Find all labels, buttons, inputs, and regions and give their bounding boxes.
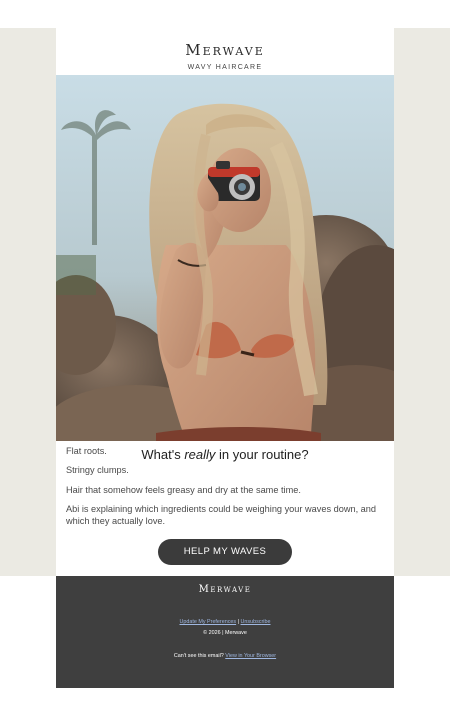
email-header: Merwave WAVY HAIRCARE [56, 28, 394, 75]
email-footer: Merwave Update My Preferences | Unsubscr… [56, 576, 394, 688]
brand-tagline: WAVY HAIRCARE [187, 64, 263, 71]
update-preferences-link[interactable]: Update My Preferences [179, 619, 236, 625]
view-in-browser-line: Can't see this email? View in Your Brows… [56, 653, 394, 659]
hero-image[interactable] [56, 75, 394, 441]
hero-photo [56, 75, 394, 441]
paragraph-1: Flat roots. [66, 446, 107, 456]
email-container: Merwave WAVY HAIRCARE What's really in y… [56, 28, 394, 688]
help-my-waves-button[interactable]: HELP MY WAVES [158, 539, 292, 565]
cant-see-text: Can't see this email? [173, 653, 224, 659]
paragraph-4: Abi is explaining which ingredients coul… [66, 504, 377, 526]
copyright-text: © 2026 | Merwave [203, 630, 247, 636]
link-separator: | [237, 619, 240, 625]
brand-logo[interactable]: Merwave [56, 41, 394, 59]
footer-links: Update My Preferences | Unsubscribe [56, 619, 394, 625]
paragraph-3: Hair that somehow feels greasy and dry a… [66, 485, 301, 495]
footer-brand-logo[interactable]: Merwave [56, 584, 394, 595]
view-in-browser-link[interactable]: View in Your Browser [225, 653, 276, 659]
unsubscribe-link[interactable]: Unsubscribe [241, 619, 271, 625]
paragraph-2: Stringy clumps. [66, 465, 129, 475]
